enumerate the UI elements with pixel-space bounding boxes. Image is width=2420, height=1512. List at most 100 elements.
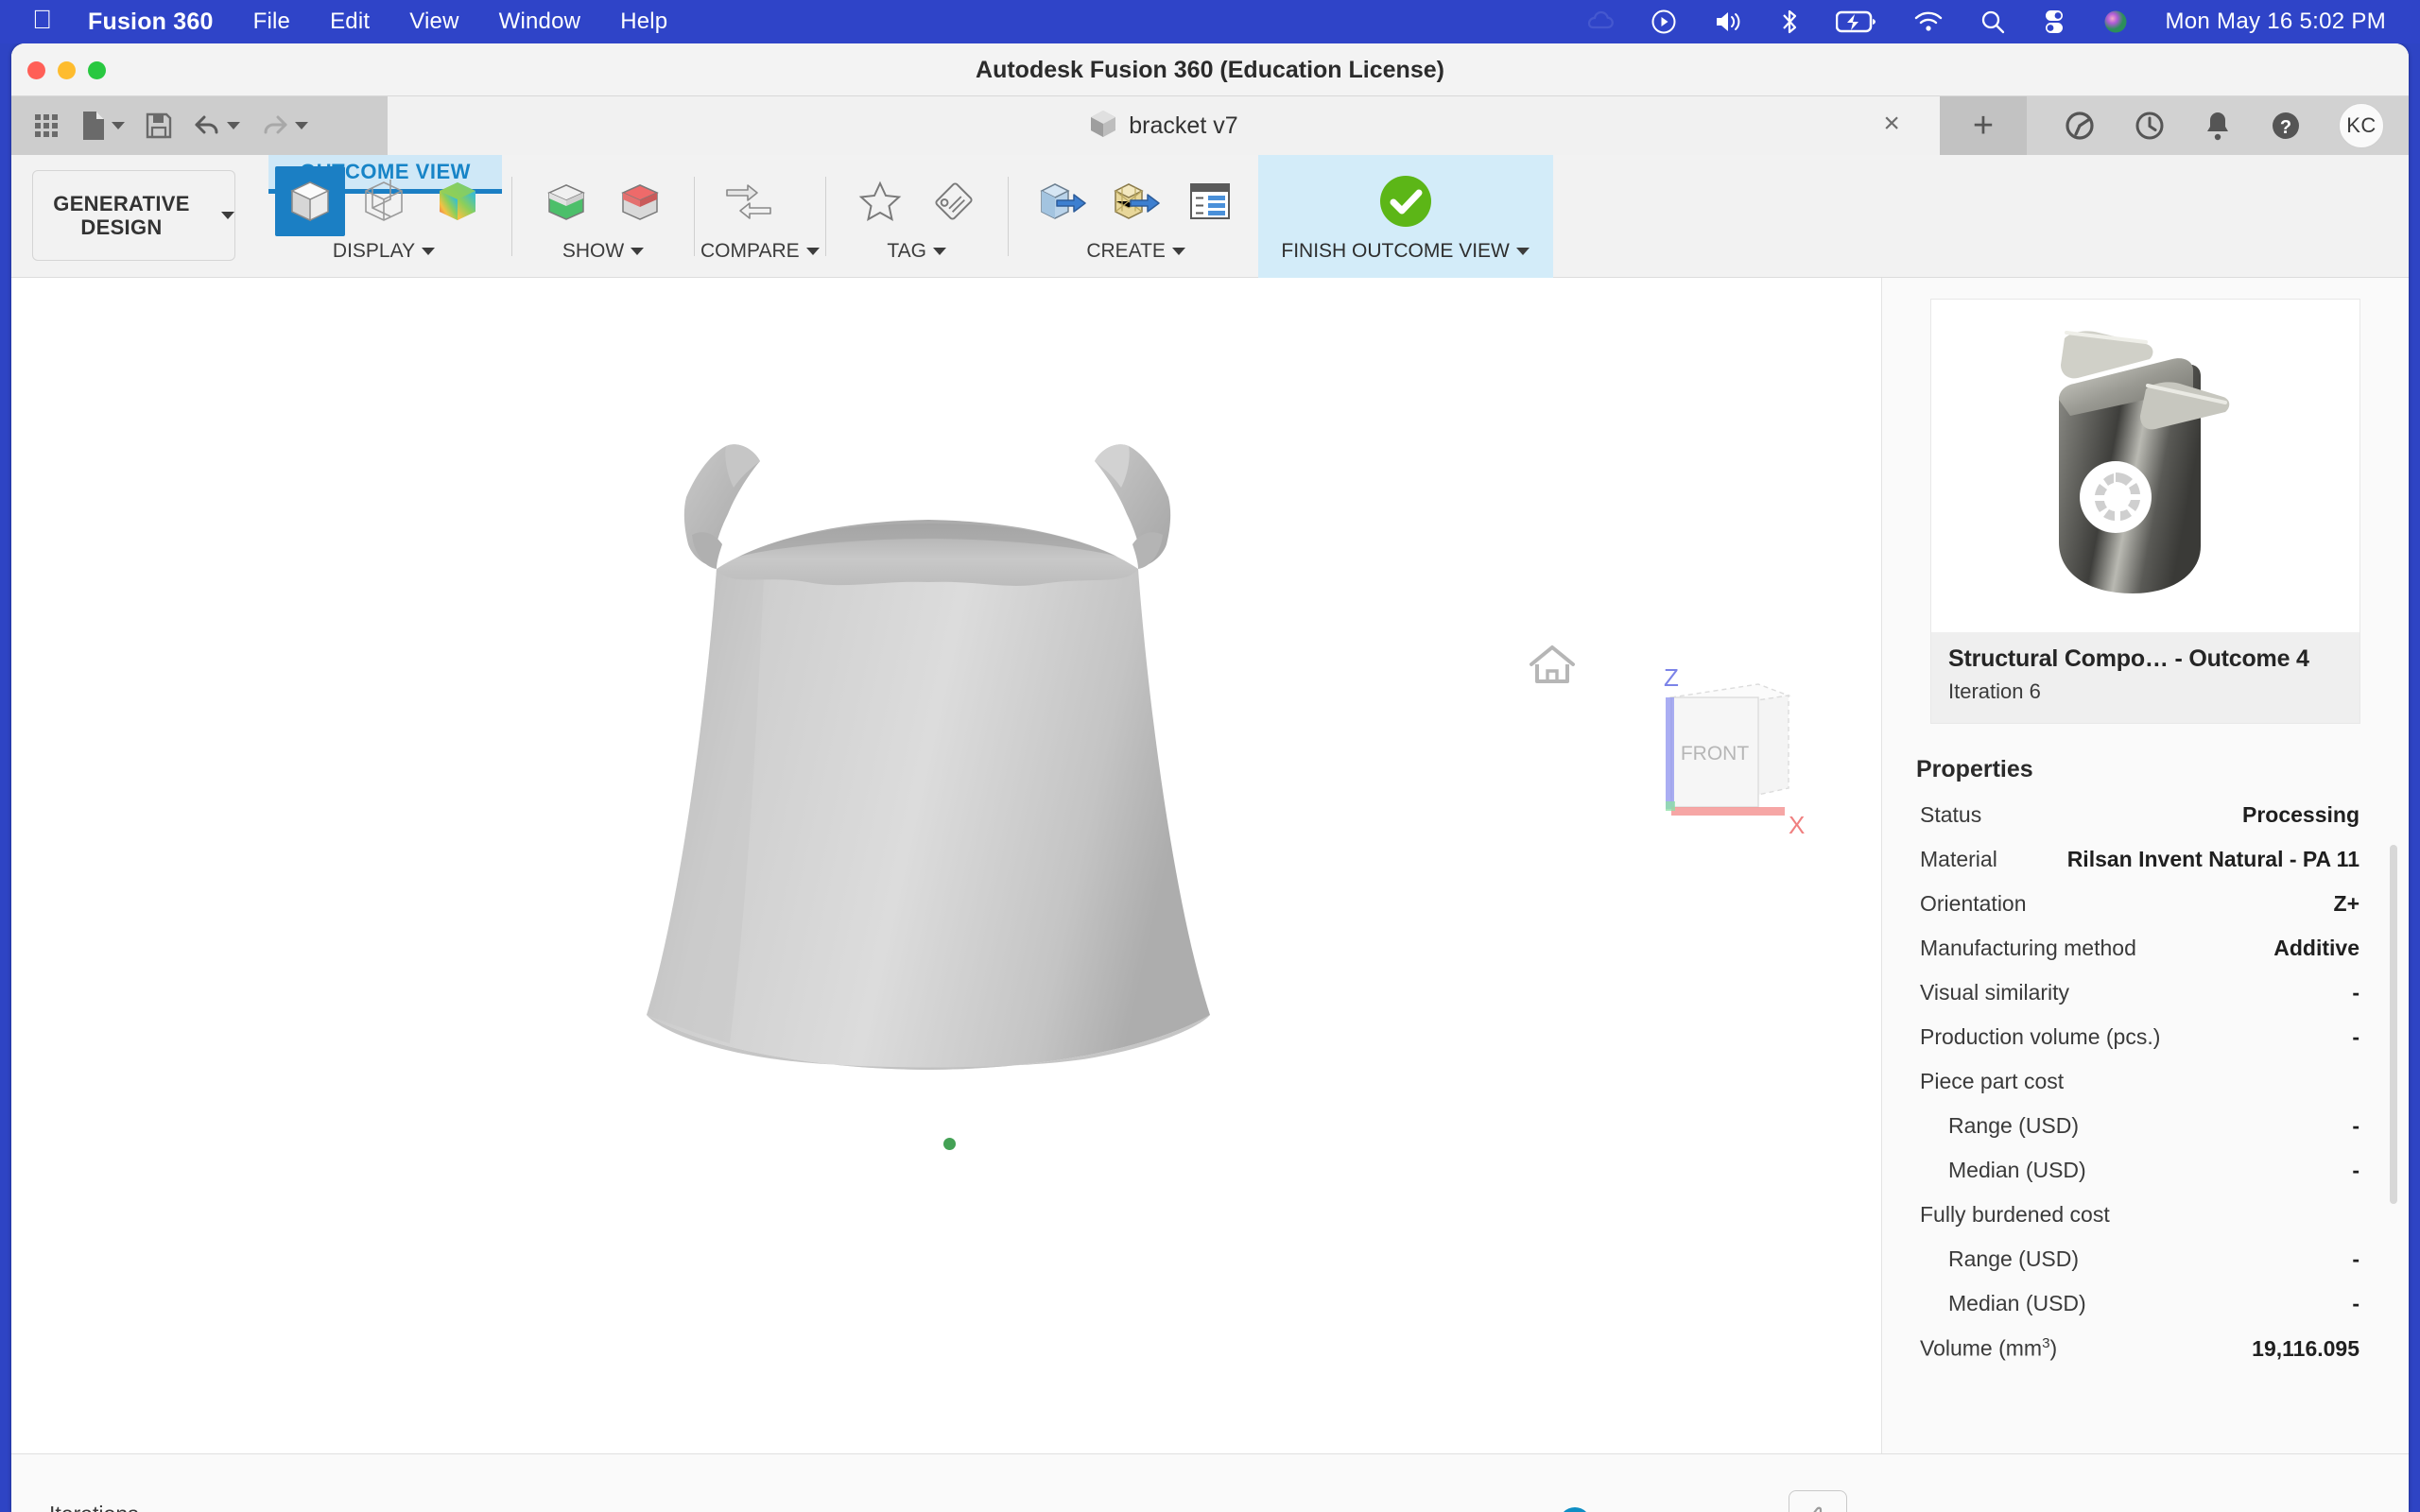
property-row: Median (USD)- bbox=[1909, 1281, 2382, 1326]
outcome-render-thumbnail bbox=[1931, 300, 2360, 632]
star-icon[interactable] bbox=[845, 166, 915, 236]
siri-icon[interactable] bbox=[2102, 6, 2129, 38]
iterations-slider-handle[interactable] bbox=[1559, 1507, 1591, 1512]
property-key: Fully burdened cost bbox=[1920, 1202, 2110, 1228]
chevron-down-icon[interactable] bbox=[295, 122, 308, 129]
new-document-icon[interactable] bbox=[81, 111, 125, 141]
new-tab-button[interactable]: + bbox=[1940, 96, 2027, 155]
shaded-cube-icon[interactable] bbox=[275, 166, 345, 236]
extension-icon[interactable] bbox=[2063, 109, 2097, 143]
chevron-down-icon[interactable] bbox=[221, 212, 234, 219]
chevron-down-icon[interactable] bbox=[631, 248, 644, 255]
property-row: MaterialRilsan Invent Natural - PA 11 bbox=[1909, 837, 2382, 882]
chevron-down-icon[interactable] bbox=[112, 122, 125, 129]
bluetooth-icon[interactable] bbox=[1779, 6, 1800, 38]
chevron-down-icon[interactable] bbox=[1172, 248, 1185, 255]
menu-item-view[interactable]: View bbox=[409, 9, 458, 35]
workspace-switcher-button[interactable]: GENERATIVE DESIGN bbox=[32, 170, 235, 261]
viewcube-axis-z-label: Z bbox=[1664, 665, 1679, 692]
property-value: - bbox=[2352, 1291, 2360, 1316]
panel-compare-label[interactable]: COMPARE bbox=[700, 236, 820, 266]
viewcube-axis-x-label: X bbox=[1789, 811, 1805, 839]
panel-tag-label[interactable]: TAG bbox=[832, 236, 1002, 266]
create-solid-icon[interactable] bbox=[1028, 166, 1098, 236]
panel-create-label[interactable]: CREATE bbox=[1014, 236, 1258, 266]
property-key: Piece part cost bbox=[1920, 1069, 2064, 1094]
property-row: Range (USD)- bbox=[1909, 1104, 2382, 1148]
close-icon[interactable]: × bbox=[1883, 110, 1900, 138]
undo-icon[interactable] bbox=[193, 113, 240, 138]
property-value: Processing bbox=[2242, 802, 2360, 828]
show-red-cube-icon[interactable] bbox=[605, 166, 675, 236]
property-key: Range (USD) bbox=[1920, 1246, 2079, 1272]
apple-logo-icon[interactable]:  bbox=[32, 7, 52, 33]
green-check-icon[interactable] bbox=[1371, 166, 1441, 236]
chevron-down-icon[interactable] bbox=[933, 248, 946, 255]
svg-text:?: ? bbox=[2280, 117, 2291, 138]
document-tab-title: bracket v7 bbox=[1129, 112, 1237, 140]
property-row: Manufacturing methodAdditive bbox=[1909, 926, 2382, 971]
chevron-down-icon[interactable] bbox=[806, 248, 820, 255]
menu-item-edit[interactable]: Edit bbox=[330, 9, 370, 35]
show-green-cube-icon[interactable] bbox=[531, 166, 601, 236]
creative-cloud-icon[interactable] bbox=[1586, 6, 1615, 38]
panel-label-text: DISPLAY bbox=[333, 240, 415, 263]
panel-divider bbox=[511, 177, 512, 256]
panel-label-text: TAG bbox=[887, 240, 926, 263]
properties-heading: Properties bbox=[1916, 756, 2382, 783]
menu-app-name[interactable]: Fusion 360 bbox=[88, 9, 214, 36]
tag-icon[interactable] bbox=[919, 166, 989, 236]
home-icon[interactable] bbox=[1527, 642, 1578, 692]
finish-outcome-view-icon-wrap bbox=[1258, 155, 1553, 236]
menu-item-help[interactable]: Help bbox=[620, 9, 667, 35]
play-circle-icon[interactable] bbox=[1651, 6, 1677, 38]
help-icon[interactable]: ? bbox=[2269, 109, 2303, 143]
panel-finish-outcome-view[interactable]: FINISH OUTCOME VIEW bbox=[1258, 155, 1553, 278]
cube-icon bbox=[1089, 109, 1117, 144]
panel-divider bbox=[694, 177, 695, 256]
save-icon[interactable] bbox=[146, 112, 172, 139]
avatar[interactable]: KC bbox=[2339, 103, 2384, 148]
search-icon[interactable] bbox=[1979, 6, 2006, 38]
panel-tag: TAG bbox=[832, 155, 1002, 278]
panel-display-commands bbox=[262, 155, 506, 236]
main-area: Z X FRONT bbox=[11, 278, 2409, 1453]
generative-design-outcome-mesh[interactable] bbox=[597, 363, 1259, 1138]
wireframe-cube-icon[interactable] bbox=[349, 166, 419, 236]
panel-display-label[interactable]: DISPLAY bbox=[262, 236, 506, 266]
battery-charging-icon[interactable] bbox=[1836, 6, 1877, 38]
properties-list: StatusProcessingMaterialRilsan Invent Na… bbox=[1909, 793, 2382, 1371]
color-map-cube-icon[interactable] bbox=[423, 166, 493, 236]
chevron-down-icon[interactable] bbox=[227, 122, 240, 129]
notifications-icon[interactable] bbox=[2203, 109, 2233, 143]
thumbs-up-icon[interactable] bbox=[1789, 1490, 1847, 1512]
menu-item-file[interactable]: File bbox=[253, 9, 290, 35]
viewcube[interactable]: Z X FRONT bbox=[1647, 665, 1817, 845]
wifi-icon[interactable] bbox=[1913, 6, 1944, 38]
control-center-icon[interactable] bbox=[2042, 6, 2066, 38]
create-table-icon[interactable] bbox=[1175, 166, 1245, 236]
create-mesh-icon[interactable] bbox=[1101, 166, 1171, 236]
3d-viewport[interactable]: Z X FRONT bbox=[11, 278, 1881, 1453]
redo-icon[interactable] bbox=[261, 113, 308, 138]
property-row: Visual similarity- bbox=[1909, 971, 2382, 1015]
chevron-down-icon[interactable] bbox=[1516, 248, 1530, 255]
green-origin-point bbox=[943, 1138, 956, 1150]
recent-activity-icon[interactable] bbox=[2133, 109, 2167, 143]
panel-show-label[interactable]: SHOW bbox=[518, 236, 688, 266]
outcome-thumbnail-card[interactable]: Structural Compo… - Outcome 4 Iteration … bbox=[1930, 299, 2360, 724]
menu-item-window[interactable]: Window bbox=[499, 9, 581, 35]
document-tab-bracket-v7[interactable]: bracket v7 × bbox=[388, 96, 1940, 155]
property-key: Median (USD) bbox=[1920, 1158, 2086, 1183]
menu-bar-clock[interactable]: Mon May 16 5:02 PM bbox=[2165, 9, 2386, 35]
volume-icon[interactable] bbox=[1713, 6, 1743, 38]
property-row: StatusProcessing bbox=[1909, 793, 2382, 837]
properties-scrollbar[interactable] bbox=[2390, 845, 2397, 1204]
property-key: Material bbox=[1920, 847, 1997, 872]
menu-bar-status-area: Mon May 16 5:02 PM bbox=[1586, 6, 2399, 38]
finish-outcome-view-label[interactable]: FINISH OUTCOME VIEW bbox=[1258, 236, 1553, 266]
property-value: - bbox=[2352, 1158, 2360, 1183]
app-grid-icon[interactable] bbox=[32, 112, 60, 140]
compare-arrows-icon[interactable] bbox=[714, 166, 784, 236]
chevron-down-icon[interactable] bbox=[422, 248, 435, 255]
